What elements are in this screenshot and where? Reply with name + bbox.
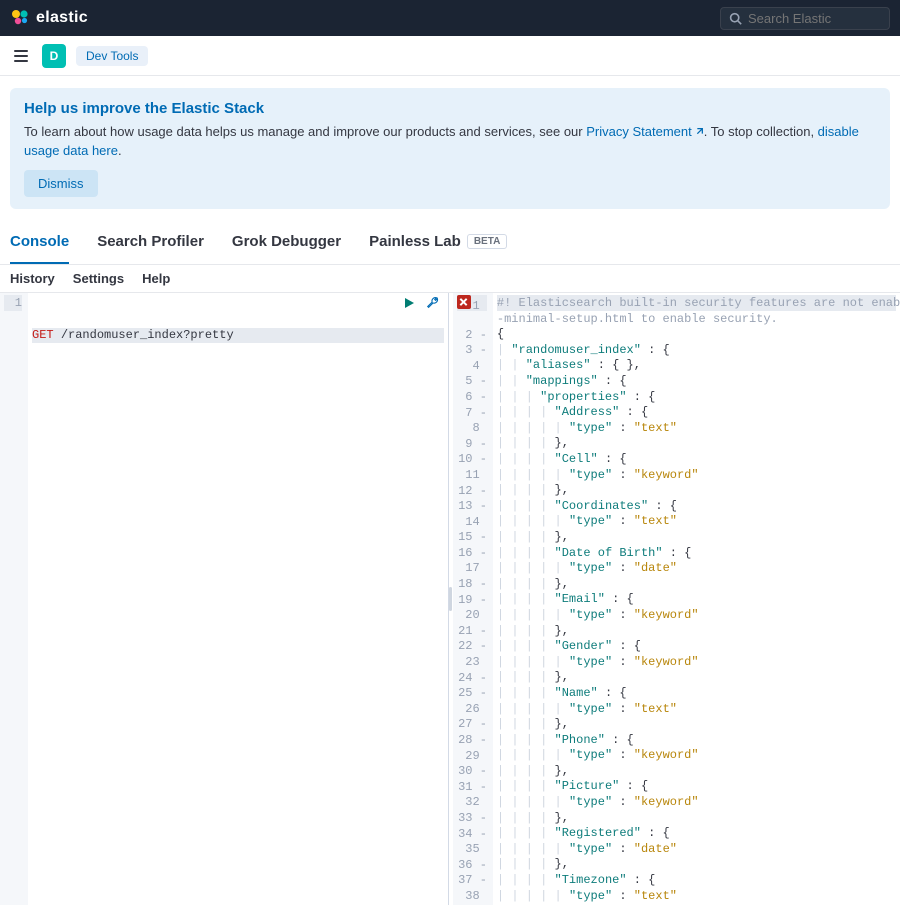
search-icon [729,12,742,25]
tab-console[interactable]: Console [10,223,69,264]
request-line[interactable]: GET /randomuser_index?pretty [32,328,444,344]
tab-search-profiler[interactable]: Search Profiler [97,223,204,264]
wrench-icon [426,296,440,310]
request-options-button[interactable] [424,294,442,312]
tab-painless-lab[interactable]: Painless LabBETA [369,223,507,264]
dismiss-button[interactable]: Dismiss [24,170,98,197]
request-gutter: 1 [0,293,28,905]
callout-title: Help us improve the Elastic Stack [24,100,876,117]
console-toolbar: History Settings Help [0,265,900,293]
send-request-button[interactable] [400,294,418,312]
top-bar: elastic [0,0,900,36]
request-pane: 1 GET /randomuser_index?pretty [0,293,449,905]
nav-toggle-icon[interactable] [10,45,32,67]
elastic-logo-icon [10,7,30,30]
beta-badge: BETA [467,234,507,249]
breadcrumb-dev-tools[interactable]: Dev Tools [76,46,148,66]
toolbar-help[interactable]: Help [142,271,170,286]
response-viewer[interactable]: #! Elasticsearch built-in security featu… [493,293,900,905]
external-link-icon [694,124,704,142]
sub-header: D Dev Tools [0,36,900,76]
telemetry-callout: Help us improve the Elastic Stack To lea… [10,88,890,209]
toolbar-settings[interactable]: Settings [73,271,124,286]
brand-text: elastic [36,9,88,27]
elastic-logo[interactable]: elastic [10,7,88,30]
play-icon [403,297,415,309]
request-editor[interactable]: GET /randomuser_index?pretty [28,293,448,905]
warning-icon [457,295,471,309]
callout-body: To learn about how usage data helps us m… [24,123,876,160]
response-pane: 1 2 -3 -4 5 -6 -7 -8 9 -10 -11 12 -13 -1… [453,293,900,905]
devtools-tabs: Console Search Profiler Grok Debugger Painl… [0,223,900,265]
response-gutter: 1 2 -3 -4 5 -6 -7 -8 9 -10 -11 12 -13 -1… [453,293,493,905]
console-panes: 1 GET /randomuser_index?pretty 1 2 -3 -4… [0,293,900,905]
toolbar-history[interactable]: History [10,271,55,286]
tab-grok-debugger[interactable]: Grok Debugger [232,223,341,264]
privacy-statement-link[interactable]: Privacy Statement [586,124,704,139]
global-search[interactable] [720,7,890,30]
global-search-input[interactable] [748,11,881,26]
space-avatar[interactable]: D [42,44,66,68]
request-actions [400,294,442,312]
